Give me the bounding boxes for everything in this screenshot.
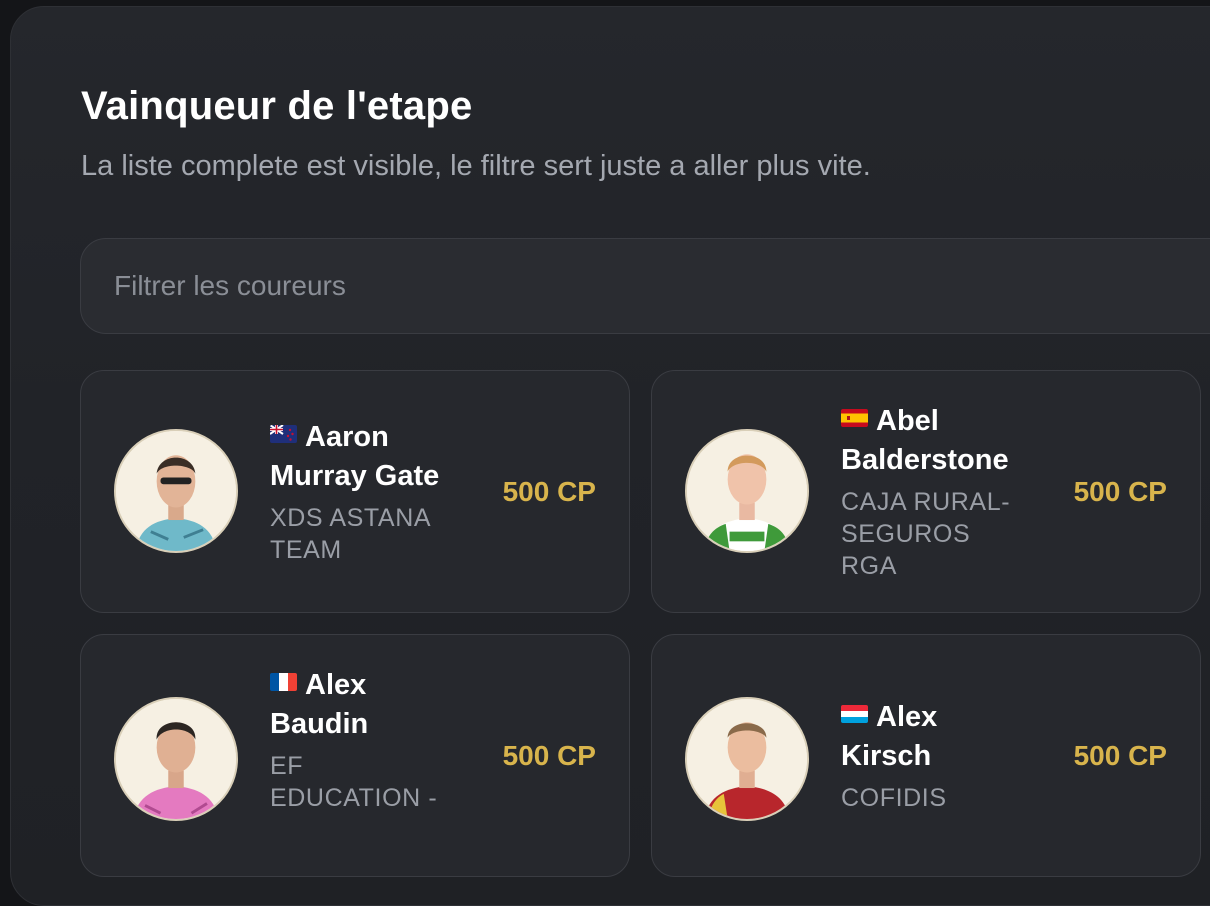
rider-avatar	[114, 429, 238, 553]
rider-team: EF EDUCATION -	[270, 752, 438, 812]
new-zealand-flag-icon	[270, 425, 297, 443]
rider-name: Alex Baudin	[270, 669, 369, 740]
rider-name: Aaron Murray Gate	[270, 421, 440, 492]
rider-price: 500 CP	[502, 476, 596, 507]
rider-card[interactable]: Alex Kirsch COFIDIS 500 CP	[651, 634, 1201, 877]
rider-card[interactable]: Abel Balderstone CAJA RURAL-SEGUROS RGA …	[651, 370, 1201, 613]
spain-flag-icon	[841, 409, 868, 427]
rider-name: Alex Kirsch	[841, 701, 938, 772]
rider-card[interactable]: Alex Baudin EF EDUCATION - 500 CP	[80, 634, 630, 877]
rider-team: CAJA RURAL-SEGUROS RGA	[841, 488, 1011, 580]
rider-avatar	[114, 697, 238, 821]
page-subtitle: La liste complete est visible, le filtre…	[81, 150, 871, 182]
rider-filter-input[interactable]	[80, 238, 1210, 334]
rider-card[interactable]: Aaron Murray Gate XDS ASTANA TEAM 500 CP	[80, 370, 630, 613]
luxembourg-flag-icon	[841, 705, 868, 723]
rider-price: 500 CP	[1073, 740, 1167, 771]
rider-team: XDS ASTANA TEAM	[270, 504, 430, 564]
rider-name: Abel Balderstone	[841, 405, 1009, 476]
page-title: Vainqueur de l'etape	[81, 84, 473, 128]
rider-avatar	[685, 429, 809, 553]
france-flag-icon	[270, 673, 297, 691]
rider-price: 500 CP	[1073, 476, 1167, 507]
rider-team: COFIDIS	[841, 784, 947, 812]
rider-price: 500 CP	[502, 740, 596, 771]
rider-avatar	[685, 697, 809, 821]
